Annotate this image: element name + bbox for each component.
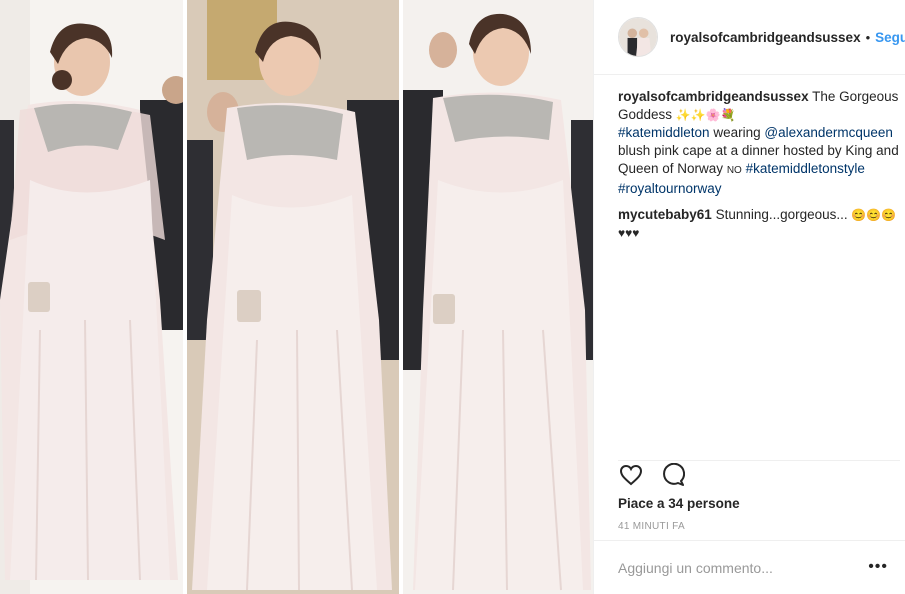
post-sidebar: royalsofcambridgeandsussex • Segui royal…: [593, 0, 905, 594]
hashtag-katemiddletonstyle[interactable]: #katemiddletonstyle: [746, 161, 865, 176]
hashtag-royaltournorway[interactable]: #royaltournorway: [618, 181, 722, 196]
caption-emojis: ✨✨🌸💐: [675, 108, 736, 122]
add-comment-bar: •••: [594, 540, 905, 594]
mention-alexandermcqueen[interactable]: @alexandermcqueen: [764, 125, 893, 140]
instagram-post: royalsofcambridgeandsussex • Segui royal…: [0, 0, 905, 594]
heart-icon[interactable]: [618, 462, 644, 488]
photo-panel-center: [187, 0, 399, 594]
post-timestamp[interactable]: 41 MINUTI FA: [618, 521, 685, 532]
hashtag-katemiddleton[interactable]: #katemiddleton: [618, 125, 710, 140]
comment-item: mycutebaby61 Stunning...gorgeous... 😊😊😊 …: [618, 206, 900, 242]
separator-dot: •: [865, 29, 871, 45]
post-image-collage[interactable]: [0, 0, 593, 594]
likes-count[interactable]: Piace a 34 persone: [618, 496, 740, 511]
follow-button[interactable]: Segui: [875, 30, 905, 45]
avatar[interactable]: [618, 17, 658, 57]
comment-icon[interactable]: [660, 462, 686, 488]
post-header: royalsofcambridgeandsussex • Segui: [594, 0, 905, 75]
action-icons: [618, 462, 686, 488]
comments-section: royalsofcambridgeandsussex The Gorgeous …: [618, 88, 900, 250]
caption-username[interactable]: royalsofcambridgeandsussex: [618, 89, 809, 104]
photo-panel-left: [0, 0, 183, 594]
more-options-icon[interactable]: •••: [868, 559, 888, 575]
comment-input[interactable]: [618, 559, 858, 576]
caption-no-symbol: NO: [726, 165, 742, 176]
photo-panel-right: [403, 0, 593, 594]
comment-username[interactable]: mycutebaby61: [618, 207, 712, 222]
caption: royalsofcambridgeandsussex The Gorgeous …: [618, 88, 900, 198]
username-link[interactable]: royalsofcambridgeandsussex: [670, 30, 861, 45]
caption-text-2: wearing: [713, 125, 761, 140]
comment-text: Stunning...gorgeous...: [715, 207, 848, 222]
